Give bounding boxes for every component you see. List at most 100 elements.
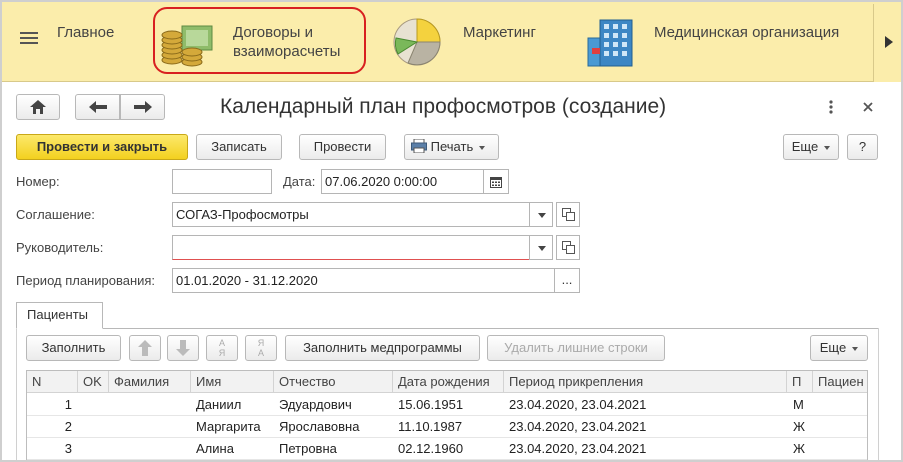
agreement-open-button[interactable] (556, 202, 580, 227)
print-label: Печать (430, 139, 474, 154)
table-row[interactable]: 2 Маргарита Ярославовна 11.10.1987 23.04… (27, 416, 867, 438)
section-main[interactable]: Главное (57, 23, 114, 42)
table-row[interactable]: 1 Даниил Эдуардович 15.06.1951 23.04.202… (27, 394, 867, 416)
hamburger-menu-icon[interactable] (20, 32, 38, 48)
arrow-down-icon (176, 340, 190, 356)
agreement-dropdown[interactable] (529, 202, 553, 227)
cell-name: Даниил (196, 397, 242, 412)
chevron-down-icon (479, 145, 486, 150)
arrow-up-icon (138, 340, 152, 356)
agreement-label: Соглашение: (16, 207, 95, 222)
sections-panel: Главное Договоры и взаиморасчеты Маркети… (0, 0, 903, 82)
forward-button[interactable] (120, 94, 165, 120)
chevron-down-icon (824, 145, 831, 150)
period-select-button[interactable]: ... (554, 268, 580, 293)
table-header: N OK Фамилия Имя Отчество Дата рождения … (27, 371, 867, 393)
number-label: Номер: (16, 174, 60, 189)
column-header-period[interactable]: Период прикрепления (504, 371, 787, 393)
cell-patient (818, 438, 867, 460)
printer-icon (411, 138, 427, 154)
kebab-menu-icon[interactable] (828, 100, 834, 114)
post-and-close-button[interactable]: Провести и закрыть (16, 134, 188, 160)
column-header-sex[interactable]: П (787, 371, 813, 393)
column-header-lastname[interactable]: Фамилия (109, 371, 191, 393)
more-label: Еще (791, 139, 819, 154)
date-field[interactable]: 07.06.2020 0:00:00 (321, 169, 484, 194)
open-icon (566, 245, 575, 254)
cell-name: Маргарита (196, 419, 261, 434)
column-header-birthdate[interactable]: Дата рождения (393, 371, 504, 393)
table-more-label: Еще (819, 340, 847, 355)
manager-open-button[interactable] (556, 235, 580, 260)
sort-ascending-icon: А Я (218, 338, 226, 358)
open-icon (566, 212, 575, 221)
column-header-name[interactable]: Имя (191, 371, 274, 393)
scroll-sections-right-icon[interactable] (873, 4, 903, 82)
fill-button[interactable]: Заполнить (26, 335, 121, 361)
sort-descending-icon: Я А (257, 338, 265, 358)
cell-lastname (114, 438, 191, 460)
cell-name: Алина (196, 441, 234, 456)
chevron-down-icon (538, 246, 546, 251)
cell-patronymic: Петровна (279, 441, 337, 456)
move-up-button[interactable] (129, 335, 161, 361)
date-label: Дата: (283, 174, 316, 189)
print-button[interactable]: Печать (404, 134, 499, 160)
cell-sex: М (793, 397, 804, 412)
arrow-left-icon (88, 101, 107, 113)
close-icon[interactable] (863, 102, 873, 112)
fill-programs-button[interactable]: Заполнить медпрограммы (285, 335, 480, 361)
agreement-field[interactable]: СОГАЗ-Профосмотры (172, 202, 530, 227)
calendar-button[interactable] (483, 169, 509, 194)
cell-patient (818, 416, 867, 438)
cell-n: 3 (64, 441, 72, 456)
tab-patients[interactable]: Пациенты (16, 302, 103, 329)
manager-label: Руководитель: (16, 240, 104, 255)
arrow-right-icon (133, 101, 152, 113)
section-marketing[interactable]: Маркетинг (463, 23, 536, 42)
column-header-n[interactable]: N (27, 371, 78, 393)
cell-n: 2 (64, 419, 72, 434)
column-header-ok[interactable]: OK (78, 371, 109, 393)
home-icon (30, 100, 46, 114)
cell-birthdate: 15.06.1951 (398, 397, 464, 412)
section-medical-organization[interactable]: Медицинская организация (654, 23, 839, 42)
period-field[interactable]: 01.01.2020 - 31.12.2020 (172, 268, 555, 293)
cell-patronymic: Эдуардович (279, 397, 352, 412)
cell-sex: Ж (793, 419, 806, 434)
cell-period: 23.04.2020, 23.04.2021 (509, 441, 647, 456)
number-field[interactable] (172, 169, 272, 194)
post-button[interactable]: Провести (299, 134, 386, 160)
chevron-down-icon (852, 346, 859, 351)
manager-field[interactable] (172, 235, 530, 260)
column-header-patronymic[interactable]: Отчество (274, 371, 393, 393)
patients-table[interactable]: N OK Фамилия Имя Отчество Дата рождения … (26, 370, 868, 462)
cell-patient (818, 394, 867, 416)
sort-descending-button[interactable]: Я А (245, 335, 277, 361)
cell-ok (83, 394, 109, 416)
help-button[interactable]: ? (847, 134, 878, 160)
column-header-patient[interactable]: Пациен (813, 371, 867, 393)
more-button[interactable]: Еще (783, 134, 839, 160)
delete-extra-rows-button[interactable]: Удалить лишние строки (487, 335, 665, 361)
write-button[interactable]: Записать (196, 134, 282, 160)
move-down-button[interactable] (167, 335, 199, 361)
building-icon[interactable] (582, 14, 638, 70)
cell-birthdate: 11.10.1987 (398, 419, 463, 434)
back-button[interactable] (75, 94, 120, 120)
cell-lastname (114, 416, 191, 438)
calendar-icon (490, 177, 502, 188)
cell-period: 23.04.2020, 23.04.2021 (509, 397, 647, 412)
table-row[interactable]: 3 Алина Петровна 02.12.1960 23.04.2020, … (27, 438, 867, 460)
home-button[interactable] (16, 94, 60, 120)
cell-patronymic: Ярославовна (279, 419, 360, 434)
sort-ascending-button[interactable]: А Я (206, 335, 238, 361)
period-label: Период планирования: (16, 273, 156, 288)
manager-dropdown[interactable] (529, 235, 553, 260)
highlight-ellipse (153, 7, 366, 74)
table-more-button[interactable]: Еще (810, 335, 868, 361)
pie-chart-icon[interactable] (390, 14, 444, 68)
cell-ok (83, 438, 109, 460)
chevron-down-icon (538, 213, 546, 218)
cell-ok (83, 416, 109, 438)
